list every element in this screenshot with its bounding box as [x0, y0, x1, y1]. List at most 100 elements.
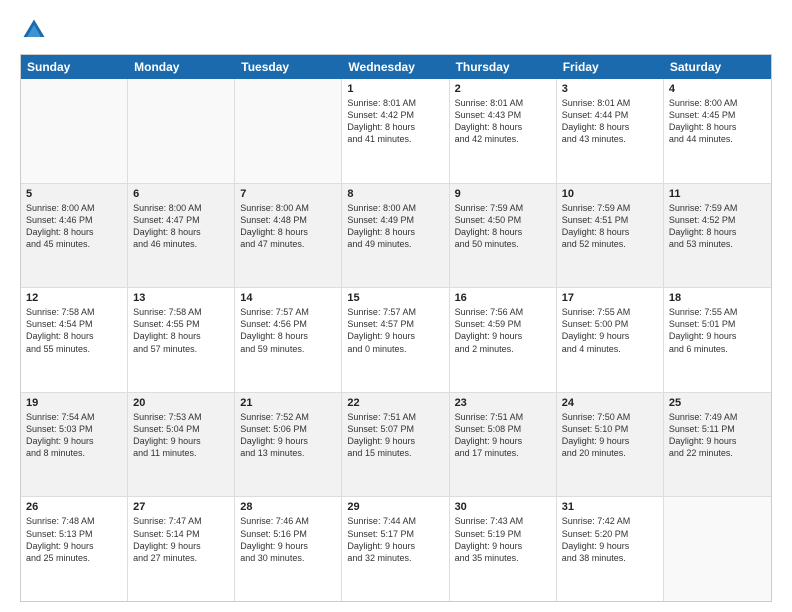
calendar-cell: 19 Sunrise: 7:54 AM Sunset: 5:03 PM Dayli… — [21, 393, 128, 497]
calendar-body: 1 Sunrise: 8:01 AM Sunset: 4:42 PM Daylig… — [21, 79, 771, 601]
calendar-cell: 5Sunrise: 8:00 AM Sunset: 4:46 PM Daylig… — [21, 184, 128, 288]
day-header-friday: Friday — [557, 55, 664, 79]
day-header-sunday: Sunday — [21, 55, 128, 79]
cell-info: Sunrise: 7:47 AM Sunset: 5:14 PM Dayligh… — [133, 515, 229, 564]
cell-info: Sunrise: 8:01 AM Sunset: 4:42 PM Dayligh… — [347, 97, 443, 146]
cell-day-number: 28 — [240, 501, 336, 513]
cell-info: Sunrise: 7:58 AM Sunset: 4:55 PM Dayligh… — [133, 306, 229, 355]
calendar-cell: 23 Sunrise: 7:51 AM Sunset: 5:08 PM Dayli… — [450, 393, 557, 497]
cell-info: Sunrise: 7:57 AM Sunset: 4:56 PM Dayligh… — [240, 306, 336, 355]
calendar-cell: 26Sunrise: 7:48 AM Sunset: 5:13 PM Dayli… — [21, 497, 128, 601]
cell-info: Sunrise: 7:55 AM Sunset: 5:01 PM Dayligh… — [669, 306, 766, 355]
calendar-cell: 18 Sunrise: 7:55 AM Sunset: 5:01 PM Dayli… — [664, 288, 771, 392]
calendar-cell: 7 Sunrise: 8:00 AM Sunset: 4:48 PM Daylig… — [235, 184, 342, 288]
calendar: SundayMondayTuesdayWednesdayThursdayFrid… — [20, 54, 772, 602]
day-header-tuesday: Tuesday — [235, 55, 342, 79]
cell-day-number: 15 — [347, 292, 443, 304]
calendar-cell: 25 Sunrise: 7:49 AM Sunset: 5:11 PM Dayli… — [664, 393, 771, 497]
calendar-cell: 2Sunrise: 8:01 AM Sunset: 4:43 PM Daylig… — [450, 79, 557, 183]
calendar-cell: 16 Sunrise: 7:56 AM Sunset: 4:59 PM Dayli… — [450, 288, 557, 392]
calendar-cell: 17 Sunrise: 7:55 AM Sunset: 5:00 PM Dayli… — [557, 288, 664, 392]
calendar-cell: 22Sunrise: 7:51 AM Sunset: 5:07 PM Dayli… — [342, 393, 449, 497]
day-header-wednesday: Wednesday — [342, 55, 449, 79]
calendar-cell: 6 Sunrise: 8:00 AM Sunset: 4:47 PM Daylig… — [128, 184, 235, 288]
cell-day-number: 8 — [347, 188, 443, 200]
cell-day-number: 20 — [133, 397, 229, 409]
cell-info: Sunrise: 7:59 AM Sunset: 4:51 PM Dayligh… — [562, 202, 658, 251]
calendar-cell: 31 Sunrise: 7:42 AM Sunset: 5:20 PM Dayli… — [557, 497, 664, 601]
cell-info: Sunrise: 7:58 AM Sunset: 4:54 PM Dayligh… — [26, 306, 122, 355]
cell-info: Sunrise: 7:51 AM Sunset: 5:07 PM Dayligh… — [347, 411, 443, 460]
calendar-cell: 29 Sunrise: 7:44 AM Sunset: 5:17 PM Dayli… — [342, 497, 449, 601]
calendar-cell: 4 Sunrise: 8:00 AM Sunset: 4:45 PM Daylig… — [664, 79, 771, 183]
day-header-monday: Monday — [128, 55, 235, 79]
cell-info: Sunrise: 7:49 AM Sunset: 5:11 PM Dayligh… — [669, 411, 766, 460]
cell-info: Sunrise: 7:51 AM Sunset: 5:08 PM Dayligh… — [455, 411, 551, 460]
cell-info: Sunrise: 7:43 AM Sunset: 5:19 PM Dayligh… — [455, 515, 551, 564]
calendar-cell — [235, 79, 342, 183]
cell-day-number: 25 — [669, 397, 766, 409]
cell-info: Sunrise: 7:54 AM Sunset: 5:03 PM Dayligh… — [26, 411, 122, 460]
cell-info: Sunrise: 7:57 AM Sunset: 4:57 PM Dayligh… — [347, 306, 443, 355]
calendar-cell: 15 Sunrise: 7:57 AM Sunset: 4:57 PM Dayli… — [342, 288, 449, 392]
cell-day-number: 31 — [562, 501, 658, 513]
cell-info: Sunrise: 7:42 AM Sunset: 5:20 PM Dayligh… — [562, 515, 658, 564]
day-header-thursday: Thursday — [450, 55, 557, 79]
cell-day-number: 29 — [347, 501, 443, 513]
calendar-cell — [664, 497, 771, 601]
calendar-row-4: 26Sunrise: 7:48 AM Sunset: 5:13 PM Dayli… — [21, 497, 771, 601]
cell-info: Sunrise: 7:59 AM Sunset: 4:50 PM Dayligh… — [455, 202, 551, 251]
cell-info: Sunrise: 8:00 AM Sunset: 4:49 PM Dayligh… — [347, 202, 443, 251]
calendar-cell: 8 Sunrise: 8:00 AM Sunset: 4:49 PM Daylig… — [342, 184, 449, 288]
logo-icon — [20, 16, 48, 44]
calendar-cell: 9 Sunrise: 7:59 AM Sunset: 4:50 PM Daylig… — [450, 184, 557, 288]
cell-day-number: 13 — [133, 292, 229, 304]
cell-day-number: 16 — [455, 292, 551, 304]
cell-day-number: 9 — [455, 188, 551, 200]
cell-info: Sunrise: 7:53 AM Sunset: 5:04 PM Dayligh… — [133, 411, 229, 460]
calendar-row-1: 5Sunrise: 8:00 AM Sunset: 4:46 PM Daylig… — [21, 184, 771, 289]
cell-day-number: 1 — [347, 83, 443, 95]
calendar-cell: 28 Sunrise: 7:46 AM Sunset: 5:16 PM Dayli… — [235, 497, 342, 601]
header — [20, 16, 772, 44]
calendar-row-0: 1 Sunrise: 8:01 AM Sunset: 4:42 PM Daylig… — [21, 79, 771, 184]
calendar-cell — [128, 79, 235, 183]
calendar-row-3: 19 Sunrise: 7:54 AM Sunset: 5:03 PM Dayli… — [21, 393, 771, 498]
cell-day-number: 30 — [455, 501, 551, 513]
cell-info: Sunrise: 8:00 AM Sunset: 4:48 PM Dayligh… — [240, 202, 336, 251]
calendar-cell: 14 Sunrise: 7:57 AM Sunset: 4:56 PM Dayli… — [235, 288, 342, 392]
calendar-cell: 30 Sunrise: 7:43 AM Sunset: 5:19 PM Dayli… — [450, 497, 557, 601]
cell-info: Sunrise: 8:00 AM Sunset: 4:45 PM Dayligh… — [669, 97, 766, 146]
cell-info: Sunrise: 7:50 AM Sunset: 5:10 PM Dayligh… — [562, 411, 658, 460]
cell-info: Sunrise: 7:46 AM Sunset: 5:16 PM Dayligh… — [240, 515, 336, 564]
cell-day-number: 6 — [133, 188, 229, 200]
cell-day-number: 4 — [669, 83, 766, 95]
cell-info: Sunrise: 7:44 AM Sunset: 5:17 PM Dayligh… — [347, 515, 443, 564]
cell-day-number: 14 — [240, 292, 336, 304]
cell-day-number: 19 — [26, 397, 122, 409]
cell-day-number: 7 — [240, 188, 336, 200]
day-header-saturday: Saturday — [664, 55, 771, 79]
logo — [20, 16, 52, 44]
cell-day-number: 2 — [455, 83, 551, 95]
calendar-cell — [21, 79, 128, 183]
cell-day-number: 17 — [562, 292, 658, 304]
cell-info: Sunrise: 7:52 AM Sunset: 5:06 PM Dayligh… — [240, 411, 336, 460]
cell-day-number: 23 — [455, 397, 551, 409]
calendar-cell: 1 Sunrise: 8:01 AM Sunset: 4:42 PM Daylig… — [342, 79, 449, 183]
calendar-cell: 27 Sunrise: 7:47 AM Sunset: 5:14 PM Dayli… — [128, 497, 235, 601]
cell-day-number: 11 — [669, 188, 766, 200]
cell-info: Sunrise: 7:59 AM Sunset: 4:52 PM Dayligh… — [669, 202, 766, 251]
calendar-cell: 12 Sunrise: 7:58 AM Sunset: 4:54 PM Dayli… — [21, 288, 128, 392]
cell-day-number: 10 — [562, 188, 658, 200]
cell-day-number: 18 — [669, 292, 766, 304]
cell-info: Sunrise: 7:56 AM Sunset: 4:59 PM Dayligh… — [455, 306, 551, 355]
cell-day-number: 3 — [562, 83, 658, 95]
cell-info: Sunrise: 7:55 AM Sunset: 5:00 PM Dayligh… — [562, 306, 658, 355]
calendar-cell: 13 Sunrise: 7:58 AM Sunset: 4:55 PM Dayli… — [128, 288, 235, 392]
cell-day-number: 27 — [133, 501, 229, 513]
calendar-cell: 3Sunrise: 8:01 AM Sunset: 4:44 PM Daylig… — [557, 79, 664, 183]
cell-day-number: 12 — [26, 292, 122, 304]
cell-info: Sunrise: 8:00 AM Sunset: 4:47 PM Dayligh… — [133, 202, 229, 251]
cell-day-number: 21 — [240, 397, 336, 409]
